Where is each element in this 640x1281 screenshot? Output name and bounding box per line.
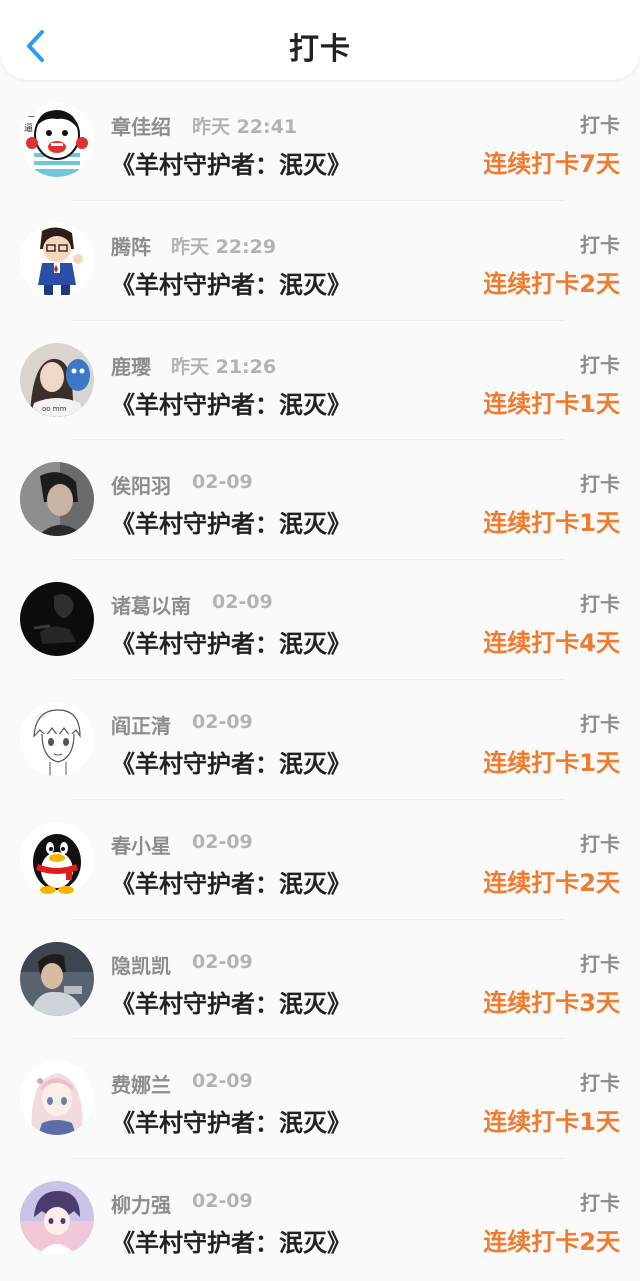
checkin-time: 02-09: [212, 591, 273, 614]
meme-face-avatar[interactable]: 二 逼: [20, 103, 94, 177]
checkin-list: 二 逼 章佳绍 昨天 22:41 《羊村守护者：泯灭》 打卡 连续打卡7天 腾阵…: [0, 81, 640, 1279]
checkin-tag: 打卡: [580, 352, 620, 377]
checkin-time: 昨天 22:41: [192, 116, 298, 138]
user-name[interactable]: 俟阳羽: [111, 470, 171, 499]
girl-photo-avatar[interactable]: oo mm: [20, 342, 94, 417]
book-title[interactable]: 《羊村守护者：泯灭》: [111, 984, 351, 1019]
anime-boy-avatar[interactable]: [20, 1181, 94, 1256]
svg-text:二: 二: [26, 110, 35, 120]
book-title[interactable]: 《羊村守护者：泯灭》: [111, 265, 351, 300]
checkin-time: 昨天 21:26: [171, 355, 277, 378]
checkin-tag: 打卡: [580, 951, 620, 976]
list-item[interactable]: 腾阵 昨天 22:29 《羊村守护者：泯灭》 打卡 连续打卡2天: [0, 201, 640, 321]
user-name[interactable]: 腾阵: [111, 231, 151, 260]
top-bar: 打卡: [0, 0, 640, 80]
checkin-tag: 打卡: [580, 113, 620, 137]
user-name[interactable]: 章佳绍: [111, 111, 171, 140]
checkin-time: 昨天 22:29: [171, 235, 277, 258]
checkin-time: 02-09: [192, 471, 253, 494]
book-title[interactable]: 《羊村守护者：泯灭》: [111, 744, 351, 779]
user-name[interactable]: 柳力强: [111, 1189, 171, 1218]
list-item[interactable]: 隐凯凯 02-09 《羊村守护者：泯灭》 打卡 连续打卡3天: [0, 920, 640, 1040]
list-item[interactable]: 春小星 02-09 《羊村守护者：泯灭》 打卡 连续打卡2天: [0, 800, 640, 920]
user-name[interactable]: 春小星: [111, 830, 171, 859]
book-title[interactable]: 《羊村守护者：泯灭》: [111, 504, 351, 539]
user-name[interactable]: 鹿璎: [111, 351, 151, 380]
streak-count: 连续打卡4天: [483, 629, 620, 658]
cartoon-boy-avatar[interactable]: [20, 222, 94, 297]
svg-text:逼: 逼: [24, 123, 33, 134]
checkin-tag: 打卡: [580, 472, 620, 497]
streak-count: 连续打卡2天: [483, 1228, 620, 1257]
checkin-time: 02-09: [192, 830, 253, 853]
checkin-time: 02-09: [192, 1070, 253, 1093]
checkin-time: 02-09: [192, 1190, 253, 1213]
list-item[interactable]: oo mm 鹿璎 昨天 21:26 《羊村守护者：泯灭》 打卡 连续打卡1天: [0, 321, 640, 441]
streak-count: 连续打卡1天: [483, 748, 620, 777]
checkin-tag: 打卡: [580, 592, 620, 617]
dark-photo-avatar[interactable]: [20, 582, 94, 657]
checkin-tag: 打卡: [580, 1071, 620, 1096]
list-item[interactable]: 柳力强 02-09 《羊村守护者：泯灭》 打卡 连续打卡2天: [0, 1159, 640, 1279]
checkin-tag: 打卡: [580, 711, 620, 736]
sketch-anime-avatar[interactable]: [20, 701, 94, 776]
checkin-tag: 打卡: [580, 831, 620, 856]
boy-photo-avatar[interactable]: [20, 462, 94, 537]
svg-text:oo mm: oo mm: [42, 405, 67, 413]
list-item[interactable]: 阎正清 02-09 《羊村守护者：泯灭》 打卡 连续打卡1天: [0, 680, 640, 800]
list-item[interactable]: 诸葛以南 02-09 《羊村守护者：泯灭》 打卡 连续打卡4天: [0, 560, 640, 680]
streak-count: 连续打卡1天: [483, 509, 620, 538]
streak-count: 连续打卡2天: [483, 269, 620, 298]
streak-count: 连续打卡7天: [483, 150, 620, 178]
list-item[interactable]: 二 逼 章佳绍 昨天 22:41 《羊村守护者：泯灭》 打卡 连续打卡7天: [0, 81, 640, 201]
user-name[interactable]: 诸葛以南: [111, 590, 191, 619]
book-title[interactable]: 《羊村守护者：泯灭》: [111, 1103, 351, 1138]
streak-count: 连续打卡3天: [483, 988, 620, 1017]
user-name[interactable]: 费娜兰: [111, 1069, 171, 1098]
book-title[interactable]: 《羊村守护者：泯灭》: [111, 385, 351, 420]
man-photo-avatar[interactable]: [20, 941, 94, 1016]
user-name[interactable]: 隐凯凯: [111, 950, 171, 979]
streak-count: 连续打卡2天: [483, 868, 620, 897]
checkin-tag: 打卡: [580, 232, 620, 257]
book-title[interactable]: 《羊村守护者：泯灭》: [111, 624, 351, 659]
anime-girl-avatar[interactable]: [20, 1061, 94, 1136]
checkin-time: 02-09: [192, 950, 253, 973]
book-title[interactable]: 《羊村守护者：泯灭》: [111, 864, 351, 899]
checkin-time: 02-09: [192, 710, 253, 733]
page-title: 打卡: [289, 32, 351, 67]
checkin-tag: 打卡: [580, 1191, 620, 1216]
penguin-avatar[interactable]: [20, 821, 94, 896]
streak-count: 连续打卡1天: [483, 389, 620, 418]
user-name[interactable]: 阎正清: [111, 710, 171, 739]
book-title[interactable]: 《羊村守护者：泯灭》: [111, 145, 351, 180]
streak-count: 连续打卡1天: [483, 1108, 620, 1137]
book-title[interactable]: 《羊村守护者：泯灭》: [111, 1223, 351, 1258]
list-item[interactable]: 费娜兰 02-09 《羊村守护者：泯灭》 打卡 连续打卡1天: [0, 1039, 640, 1160]
list-item[interactable]: 俟阳羽 02-09 《羊村守护者：泯灭》 打卡 连续打卡1天: [0, 440, 640, 561]
